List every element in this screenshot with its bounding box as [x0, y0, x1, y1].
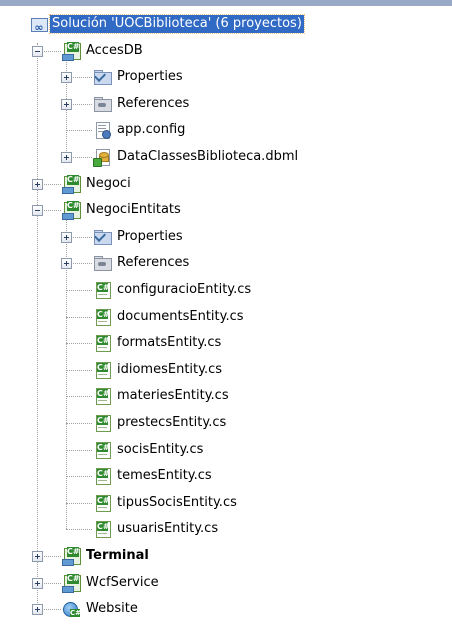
tree-item-label[interactable]: prestecsEntity.cs — [115, 414, 228, 432]
tree-item-label[interactable]: Terminal — [84, 547, 151, 565]
tree-item-label[interactable]: AccesDB — [84, 42, 145, 60]
tree-connector-line — [66, 529, 92, 530]
collapse-icon[interactable] — [32, 46, 43, 57]
tree-connector-line — [66, 450, 92, 451]
csharp-file-icon: C# — [93, 494, 111, 512]
tree-item-label[interactable]: app.config — [115, 121, 187, 139]
expand-icon[interactable] — [61, 152, 72, 163]
csharp-file-icon: C# — [93, 281, 111, 299]
references-folder-icon — [93, 254, 112, 272]
csharp-file-icon: C# — [93, 467, 111, 485]
csharp-project-icon: C# — [62, 175, 81, 194]
solution-explorer-tree[interactable]: ∞ Solución 'UOCBiblioteca' (6 proyectos) C… — [0, 6, 452, 640]
tree-item-label[interactable]: Negoci — [84, 175, 133, 193]
collapse-icon[interactable] — [32, 205, 43, 216]
csharp-project-icon: C# — [62, 42, 81, 61]
tree-connector-line — [66, 317, 92, 318]
tree-connector-line — [66, 503, 92, 504]
tree-connector-line — [66, 290, 92, 291]
tree-item-label[interactable]: materiesEntity.cs — [115, 387, 231, 405]
tree-item-label[interactable]: Website — [84, 600, 140, 618]
expand-icon[interactable] — [32, 604, 43, 615]
tree-connector-line — [66, 396, 92, 397]
csharp-file-icon: C# — [93, 441, 111, 459]
csharp-file-icon: C# — [93, 387, 111, 405]
tree-item-label[interactable]: Properties — [115, 228, 185, 246]
properties-folder-icon — [93, 68, 112, 86]
tree-item-label[interactable]: Properties — [115, 68, 185, 86]
tree-item-label[interactable]: usuarisEntity.cs — [115, 520, 220, 538]
csharp-file-icon: C# — [93, 520, 111, 538]
tree-item-label[interactable]: References — [115, 254, 191, 272]
tree-item-label[interactable]: Solución 'UOCBiblioteca' (6 proyectos) — [49, 14, 305, 34]
config-file-icon — [93, 121, 111, 139]
expand-icon[interactable] — [32, 578, 43, 589]
expand-icon[interactable] — [61, 258, 72, 269]
csharp-project-icon: C# — [62, 201, 81, 220]
tree-item-label[interactable]: idiomesEntity.cs — [115, 361, 224, 379]
expand-icon[interactable] — [32, 179, 43, 190]
tree-connector-line — [66, 130, 92, 131]
dbml-file-icon — [93, 148, 111, 167]
tree-item-label[interactable]: formatsEntity.cs — [115, 334, 223, 352]
csharp-file-icon: C# — [93, 361, 111, 379]
tree-item-label[interactable]: socisEntity.cs — [115, 441, 205, 459]
references-folder-icon — [93, 95, 112, 113]
csharp-file-icon: C# — [93, 334, 111, 352]
expand-icon[interactable] — [61, 72, 72, 83]
tree-item-label[interactable]: configuracioEntity.cs — [115, 281, 253, 299]
tree-item-label[interactable]: DataClassesBiblioteca.dbml — [115, 148, 300, 166]
solution-icon: ∞ — [30, 15, 48, 33]
tree-item-label[interactable]: NegociEntitats — [84, 201, 183, 219]
tree-item-label[interactable]: WcfService — [84, 574, 161, 592]
properties-folder-icon — [93, 228, 112, 246]
website-project-icon: C# — [62, 600, 81, 618]
expand-icon[interactable] — [61, 232, 72, 243]
tree-connector-line — [66, 476, 92, 477]
tree-item-label[interactable]: documentsEntity.cs — [115, 308, 246, 326]
csharp-project-icon: C# — [62, 547, 81, 566]
expand-icon[interactable] — [32, 551, 43, 562]
tree-item-label[interactable]: References — [115, 95, 191, 113]
csharp-file-icon: C# — [93, 414, 111, 432]
expand-icon[interactable] — [61, 99, 72, 110]
tree-item-label[interactable]: temesEntity.cs — [115, 467, 214, 485]
csharp-project-icon: C# — [62, 574, 81, 593]
tree-item-label[interactable]: tipusSocisEntity.cs — [115, 494, 239, 512]
tree-connector-line — [66, 423, 92, 424]
tree-connector-line — [66, 370, 92, 371]
csharp-file-icon: C# — [93, 308, 111, 326]
tree-connector-line — [66, 343, 92, 344]
